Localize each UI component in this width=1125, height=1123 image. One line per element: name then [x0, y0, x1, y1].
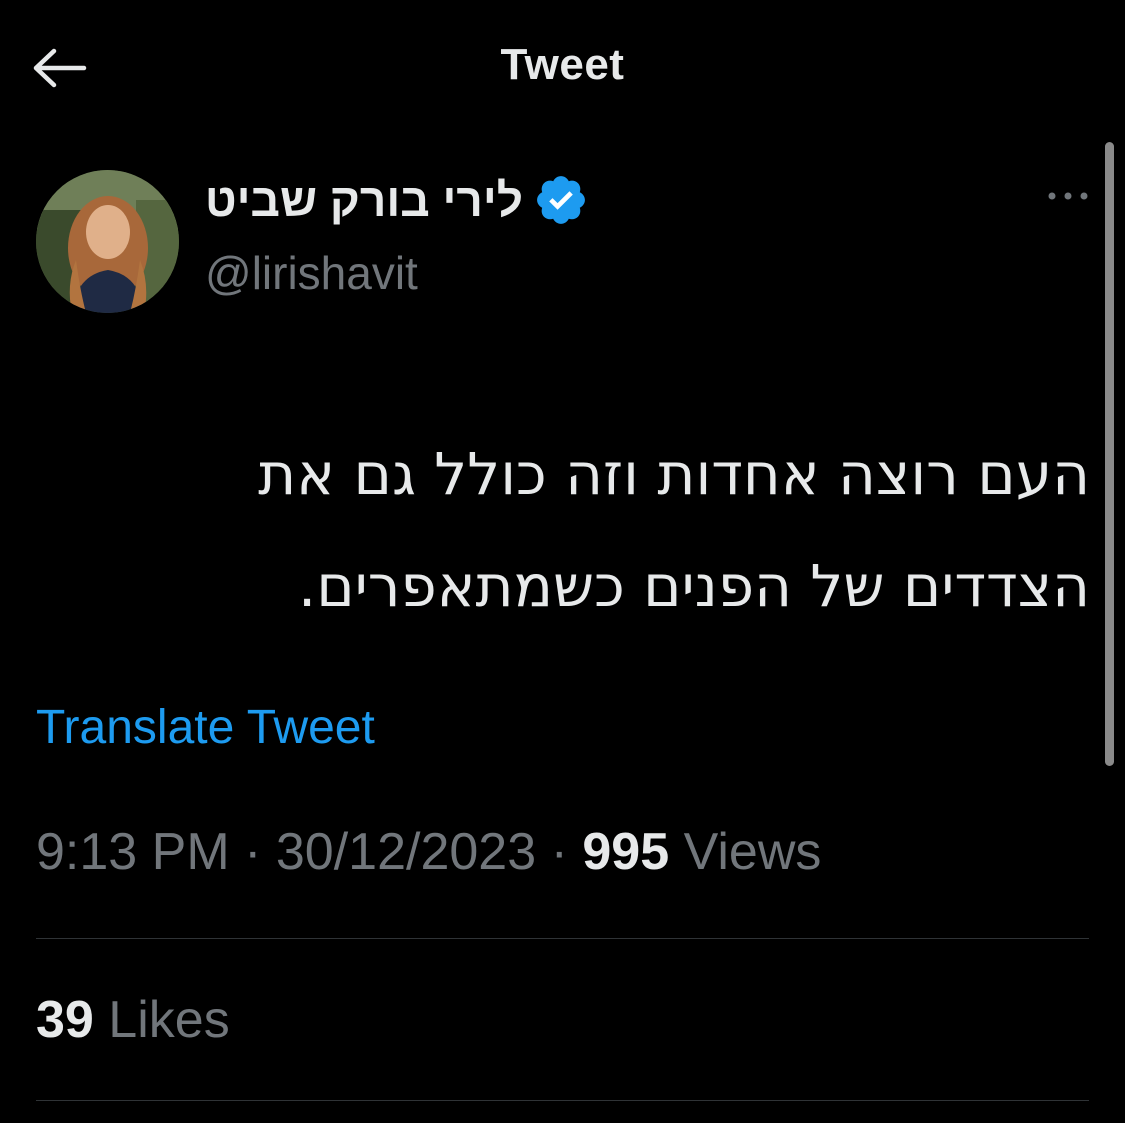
page-title: Tweet — [500, 40, 625, 89]
tweet-time[interactable]: 9:13 PM — [36, 823, 230, 881]
tweet-meta: 9:13 PM · 30/12/2023 · 995 Views — [36, 822, 821, 882]
views-count: 995 — [582, 823, 670, 881]
tweet-text: העם רוצה אחדות וזה כולל גם את הצדדים של … — [36, 418, 1090, 642]
divider — [36, 1100, 1089, 1101]
meta-separator: · — [244, 823, 262, 881]
more-horizontal-icon — [1048, 192, 1088, 200]
tweet-date[interactable]: 30/12/2023 — [276, 823, 536, 881]
author-name-row[interactable]: לירי בורק שביט — [205, 168, 589, 232]
divider — [36, 938, 1089, 939]
avatar[interactable] — [36, 170, 179, 313]
verified-badge-icon — [533, 172, 589, 228]
likes-label: Likes — [108, 991, 230, 1049]
top-bar: Tweet — [0, 0, 1125, 136]
views-label: Views — [683, 823, 822, 881]
scrollbar[interactable] — [1105, 142, 1114, 766]
author-handle[interactable]: @lirishavit — [205, 246, 418, 300]
meta-separator: · — [550, 823, 568, 881]
likes-stat[interactable]: 39 Likes — [36, 990, 230, 1050]
author-display-name[interactable]: לירי בורק שביט — [205, 173, 523, 227]
tweet-text-line: העם רוצה אחדות וזה כולל גם את — [258, 440, 1090, 508]
likes-count: 39 — [36, 991, 94, 1049]
tweet-text-line: הצדדים של הפנים כשמתאפרים. — [297, 552, 1090, 620]
translate-tweet-link[interactable]: Translate Tweet — [36, 700, 375, 755]
more-options-button[interactable] — [1040, 176, 1096, 216]
